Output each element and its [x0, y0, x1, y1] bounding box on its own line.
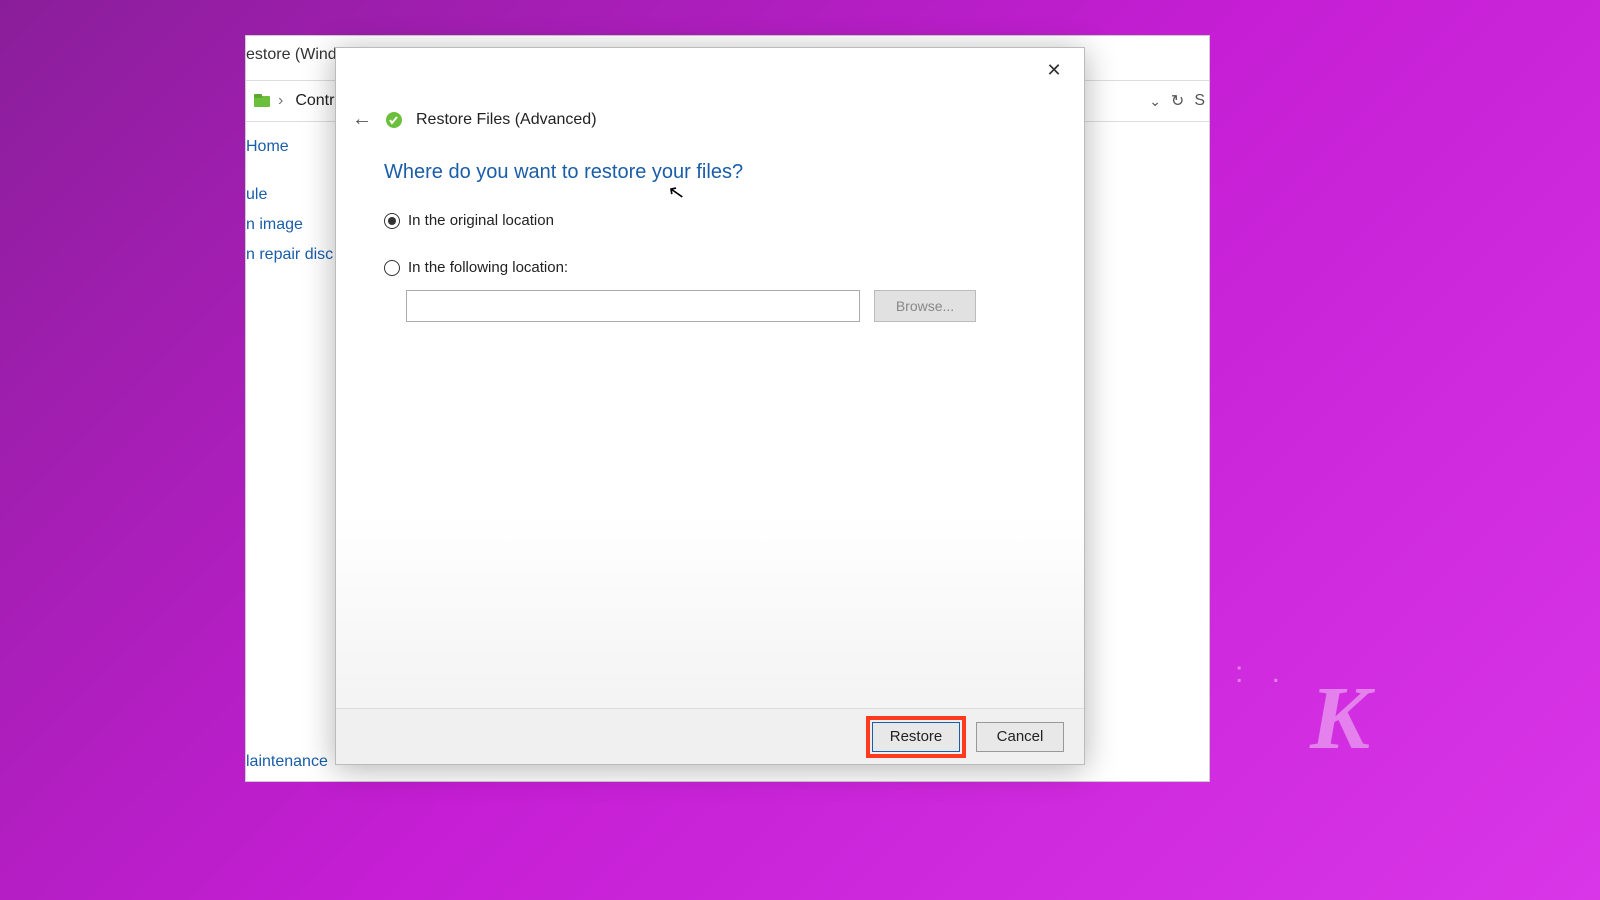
breadcrumb-separator: › [278, 92, 283, 110]
restore-icon [384, 110, 404, 130]
sidebar: Home ule n image n repair disc [246, 132, 336, 270]
radio-label: In the original location [408, 212, 554, 229]
sidebar-home[interactable]: Home [246, 132, 336, 162]
wizard-heading: Where do you want to restore your files? [384, 161, 1036, 184]
search-input-partial[interactable]: S [1194, 92, 1205, 110]
radio-icon [384, 260, 400, 276]
browse-button[interactable]: Browse... [874, 290, 976, 322]
location-path-input[interactable] [406, 290, 860, 322]
restore-wizard-dialog: ✕ ← Restore Files (Advanced) Where do yo… [335, 47, 1085, 765]
wizard-header: ← Restore Files (Advanced) [336, 88, 1084, 131]
radio-label: In the following location: [408, 259, 568, 276]
wizard-titlebar: ✕ [336, 48, 1084, 88]
sidebar-item[interactable]: ule [246, 180, 336, 210]
sidebar-item[interactable]: n image [246, 210, 336, 240]
folder-icon [252, 91, 272, 111]
wizard-footer: Restore Cancel [336, 708, 1084, 764]
refresh-icon[interactable]: ↻ [1171, 91, 1184, 111]
radio-following-location[interactable]: In the following location: [384, 259, 1036, 276]
wizard-title: Restore Files (Advanced) [416, 111, 597, 129]
sidebar-footer[interactable]: laintenance [246, 753, 328, 771]
sidebar-item[interactable]: n repair disc [246, 240, 336, 270]
chevron-down-icon[interactable]: ⌄ [1149, 93, 1161, 110]
watermark-logo: K [1310, 667, 1370, 770]
wizard-body: Where do you want to restore your files?… [336, 131, 1084, 322]
location-input-row: Browse... [406, 290, 1036, 322]
close-icon: ✕ [1046, 60, 1061, 81]
radio-icon [384, 213, 400, 229]
cancel-button[interactable]: Cancel [976, 722, 1064, 752]
close-button[interactable]: ✕ [1034, 56, 1074, 84]
restore-button[interactable]: Restore [872, 722, 960, 752]
radio-original-location[interactable]: In the original location [384, 212, 1036, 229]
back-arrow-icon[interactable]: ← [352, 108, 372, 131]
logo-dots: : . [1235, 656, 1290, 690]
